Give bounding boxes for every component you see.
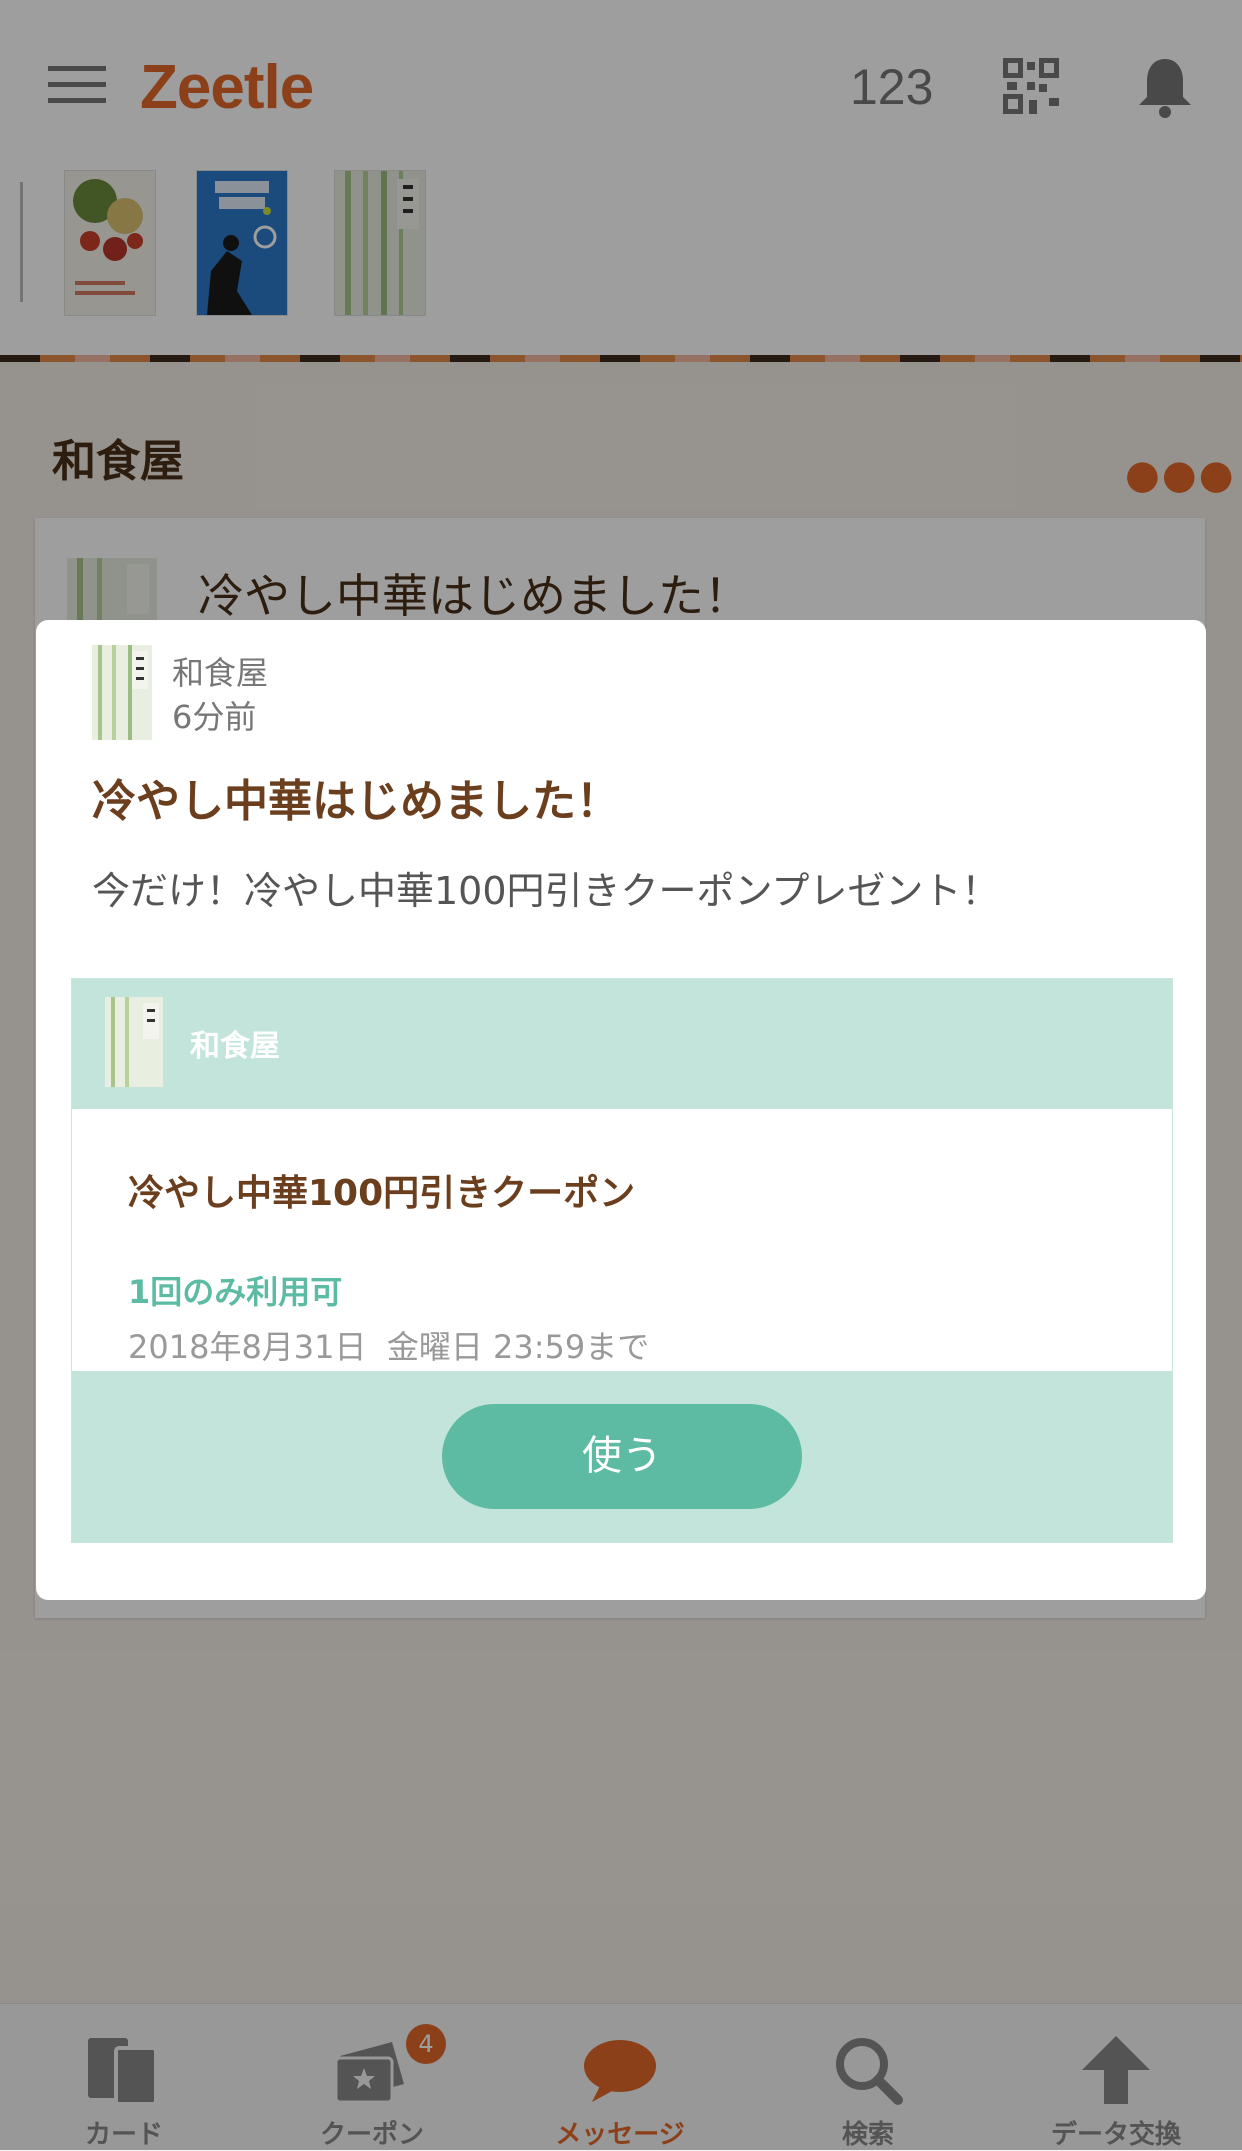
coupon-title: 冷やし中華100円引きクーポン (128, 1173, 636, 1214)
coupon-header: 和食屋 (72, 979, 1172, 1109)
message-modal: 和食屋 6分前 冷やし中華はじめました！ 今だけ！冷やし中華100円引きクーポン… (36, 620, 1206, 1600)
modal-title: 冷やし中華はじめました！ (92, 776, 620, 827)
shop-name: 和食屋 (172, 654, 269, 692)
shop-thumbnail (92, 645, 152, 740)
coupon-expiry: 2018年8月31日 金曜日 23:59まで (128, 1328, 650, 1366)
use-coupon-button[interactable]: 使う (442, 1404, 802, 1509)
message-time: 6分前 (172, 698, 257, 736)
coupon-footer: 使う (72, 1371, 1172, 1542)
coupon-card: 和食屋 冷やし中華100円引きクーポン 1回のみ利用可 2018年8月31日 金… (71, 978, 1173, 1543)
coupon-usage-limit: 1回のみ利用可 (128, 1273, 343, 1311)
modal-body: 今だけ！冷やし中華100円引きクーポンプレゼント！ (92, 869, 1000, 913)
coupon-shop-thumbnail (105, 997, 163, 1087)
coupon-shop-name: 和食屋 (190, 1029, 280, 1064)
